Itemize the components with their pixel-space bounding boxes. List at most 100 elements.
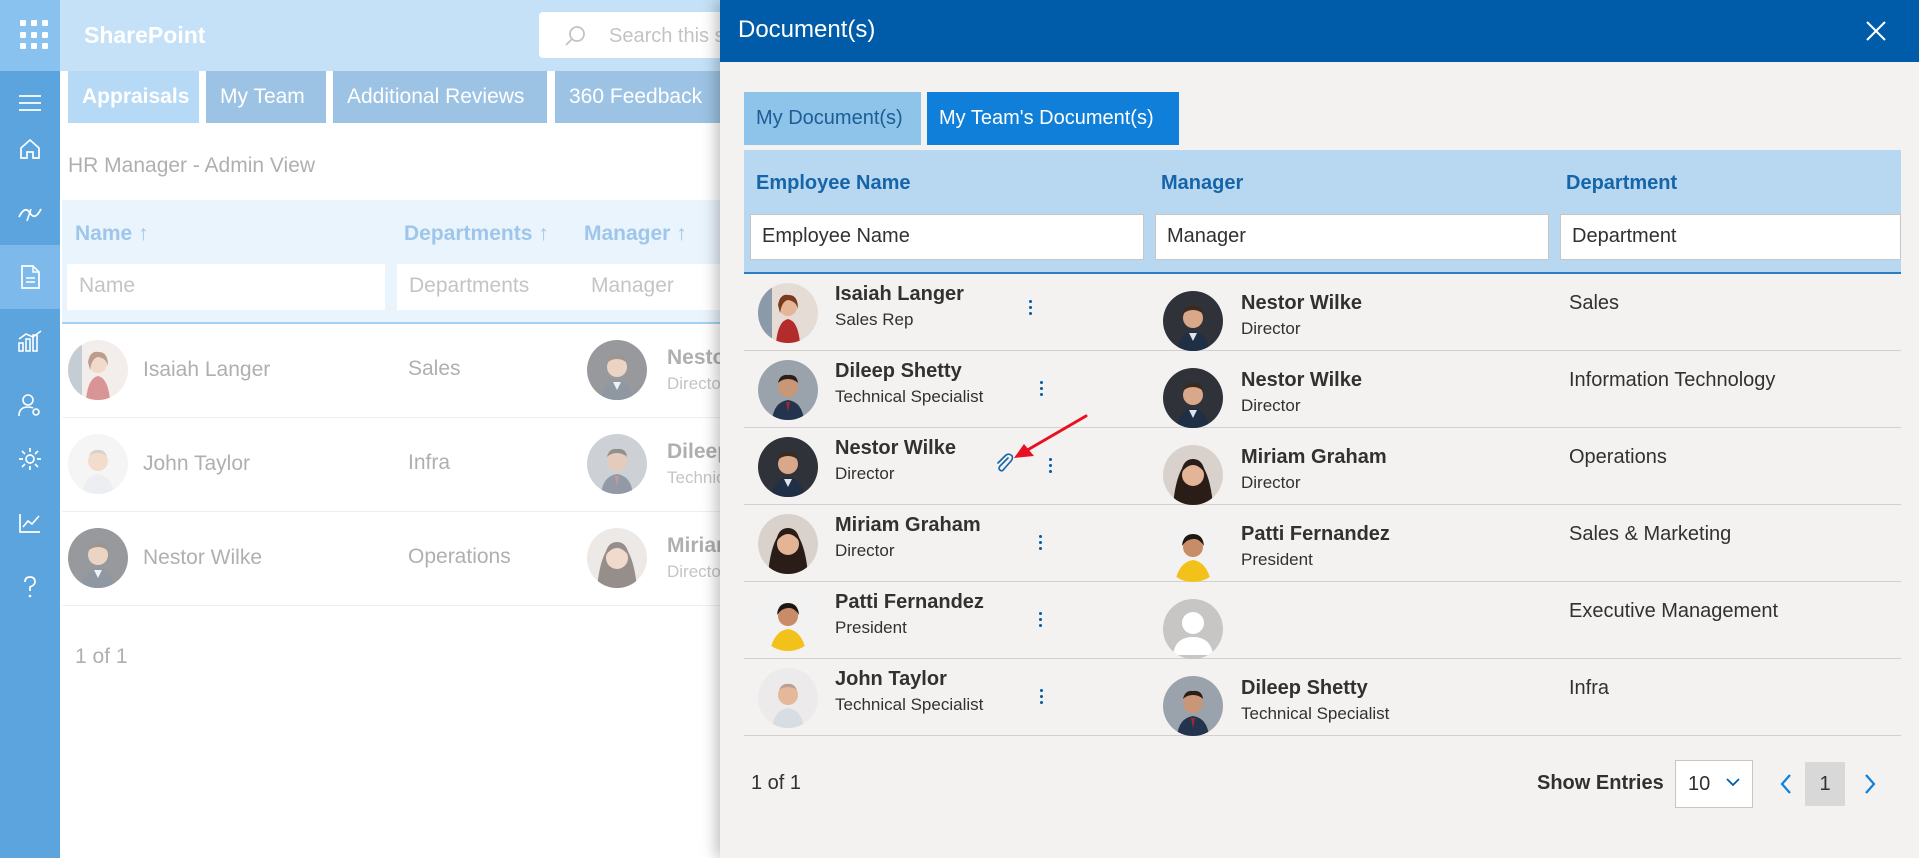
employee-role: Director: [835, 464, 895, 483]
team-documents-table: Employee Name Manager Department Employe…: [744, 150, 1901, 736]
column-header-manager[interactable]: Manager: [1161, 172, 1243, 195]
entries-select[interactable]: 10: [1675, 760, 1753, 808]
pagination-count: 1 of 1: [751, 772, 802, 794]
page-title: HR Manager - Admin View: [68, 154, 316, 177]
panel-header: Document(s): [720, 0, 1919, 62]
column-header-manager[interactable]: Manager ↑: [584, 222, 687, 246]
manager-name: Patti Fernandez: [1241, 523, 1390, 545]
documents-panel: Document(s) My Document(s) My Team's Doc…: [720, 0, 1919, 858]
avatar: [1163, 676, 1223, 736]
tab-my-team-documents[interactable]: My Team's Document(s): [927, 92, 1179, 145]
more-options-icon[interactable]: [1042, 450, 1058, 480]
admin-table-header: Name ↑ Departments ↑ Manager ↑ Name Depa…: [62, 200, 742, 324]
table-row[interactable]: Nestor Wilke Operations Miriam Directo: [62, 512, 742, 606]
avatar: [1163, 368, 1223, 428]
employee-name: Miriam Graham: [835, 514, 981, 536]
column-header-employee-name[interactable]: Employee Name: [756, 172, 911, 195]
employee-name-filter-input[interactable]: Employee Name: [750, 214, 1144, 260]
more-options-icon[interactable]: [1033, 681, 1049, 711]
manager-role: Director: [1241, 319, 1301, 338]
suite-bar-overlay: [0, 0, 720, 71]
tab-360-feedback[interactable]: 360 Feedback: [555, 71, 725, 123]
employee-department: Sales: [408, 357, 461, 380]
manager-name: Miriam Graham: [1241, 446, 1387, 468]
manager-name: Nestor Wilke: [1241, 369, 1362, 391]
employee-role: Technical Specialist: [835, 695, 984, 714]
more-options-icon[interactable]: [1032, 604, 1048, 634]
trend-chart-icon[interactable]: [0, 491, 60, 555]
close-icon[interactable]: [1863, 18, 1889, 44]
entries-value: 10: [1688, 773, 1711, 795]
chevron-down-icon: [1726, 778, 1740, 787]
manager-name: Nestor Wilke: [1241, 292, 1362, 314]
manager-role: Director: [1241, 473, 1301, 492]
manager-filter-input[interactable]: Manager: [577, 264, 742, 310]
table-row[interactable]: Nestor Wilke Director Miriam Graham Dire…: [744, 414, 1901, 505]
table-row[interactable]: Miriam Graham Director Patti Fernandez P…: [744, 505, 1901, 582]
avatar: [1163, 291, 1223, 351]
column-header-departments[interactable]: Departments ↑: [404, 222, 549, 246]
avatar: [1163, 522, 1223, 582]
avatar: [758, 591, 818, 651]
avatar: [758, 360, 818, 420]
table-row[interactable]: Patti Fernandez President Executive Mana…: [744, 582, 1901, 659]
employee-name: Dileep Shetty: [835, 360, 962, 382]
tab-my-documents[interactable]: My Document(s): [744, 92, 921, 145]
employee-department: Infra: [408, 451, 451, 474]
home-icon[interactable]: [0, 117, 60, 181]
employee-name: Nestor Wilke: [143, 546, 263, 569]
more-options-icon[interactable]: [1022, 292, 1038, 322]
department: Information Technology: [1569, 369, 1776, 391]
default-avatar-icon: [1163, 599, 1223, 659]
avatar: [68, 340, 128, 400]
table-row[interactable]: Isaiah Langer Sales Nesto Directo: [62, 324, 742, 418]
avatar: [587, 434, 647, 494]
show-entries-label: Show Entries: [1537, 772, 1664, 794]
department: Sales & Marketing: [1569, 523, 1732, 545]
manager-role: Directo: [667, 562, 721, 581]
avatar: [758, 283, 818, 343]
more-options-icon[interactable]: [1033, 373, 1049, 403]
table-row[interactable]: Dileep Shetty Technical Specialist Nesto…: [744, 351, 1901, 428]
left-nav-rail: [0, 71, 60, 858]
employee-name: Patti Fernandez: [835, 591, 984, 613]
department: Infra: [1569, 677, 1610, 699]
manager-name: Nesto: [667, 346, 726, 369]
current-page-button[interactable]: 1: [1805, 762, 1845, 806]
avatar: [758, 514, 818, 574]
avatar: [758, 668, 818, 728]
avatar: [587, 340, 647, 400]
table-row[interactable]: John Taylor Technical Specialist Dileep …: [744, 659, 1901, 736]
chevron-right-icon[interactable]: [1862, 772, 1878, 796]
column-header-name[interactable]: Name ↑: [75, 222, 149, 246]
manager-role: President: [1241, 550, 1313, 569]
tab-my-team[interactable]: My Team: [206, 71, 326, 123]
employee-role: Sales Rep: [835, 310, 914, 329]
manager-filter-input[interactable]: Manager: [1155, 214, 1549, 260]
employee-role: President: [835, 618, 907, 637]
chart-icon[interactable]: [0, 309, 60, 373]
employee-department: Operations: [408, 545, 511, 568]
departments-filter-input[interactable]: Departments: [397, 264, 577, 310]
employee-name: Nestor Wilke: [835, 437, 956, 459]
employee-name: Isaiah Langer: [143, 358, 271, 381]
employee-role: Director: [835, 541, 895, 560]
document-icon[interactable]: [0, 245, 60, 309]
tab-appraisals[interactable]: Appraisals: [68, 71, 199, 123]
table-row[interactable]: John Taylor Infra Dileep Technic: [62, 418, 742, 512]
department-filter-input[interactable]: Department: [1560, 214, 1901, 260]
employee-name: John Taylor: [143, 452, 251, 475]
name-filter-input[interactable]: Name: [67, 264, 385, 310]
manager-role: Technic: [667, 468, 725, 487]
table-row[interactable]: Isaiah Langer Sales Rep Nestor Wilke Dir…: [744, 274, 1901, 351]
activity-icon[interactable]: [0, 181, 60, 245]
department: Executive Management: [1569, 600, 1779, 622]
avatar: [587, 528, 647, 588]
chevron-left-icon[interactable]: [1778, 772, 1794, 796]
column-header-department[interactable]: Department: [1566, 172, 1677, 195]
tab-additional-reviews[interactable]: Additional Reviews: [333, 71, 547, 123]
manager-name: Dileep Shetty: [1241, 677, 1368, 699]
help-icon[interactable]: [0, 555, 60, 619]
gear-icon[interactable]: [0, 427, 60, 491]
more-options-icon[interactable]: [1032, 527, 1048, 557]
